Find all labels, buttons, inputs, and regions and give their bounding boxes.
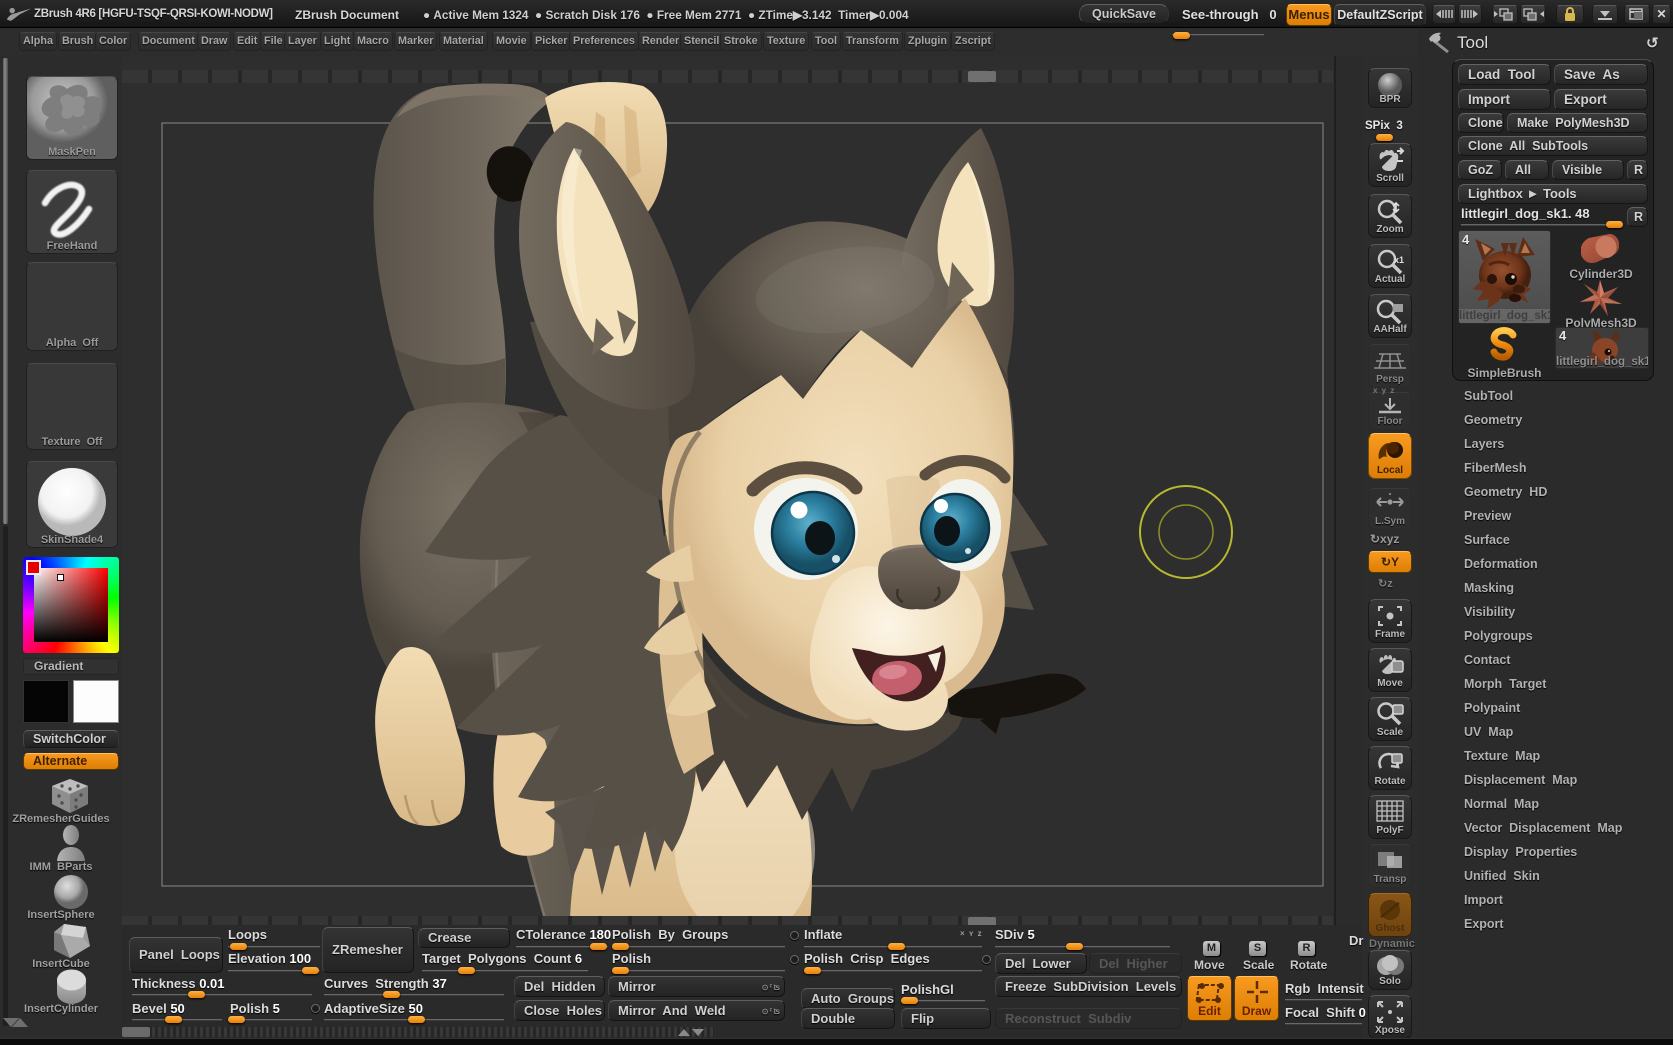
svg-text:x1: x1 bbox=[1394, 255, 1404, 265]
